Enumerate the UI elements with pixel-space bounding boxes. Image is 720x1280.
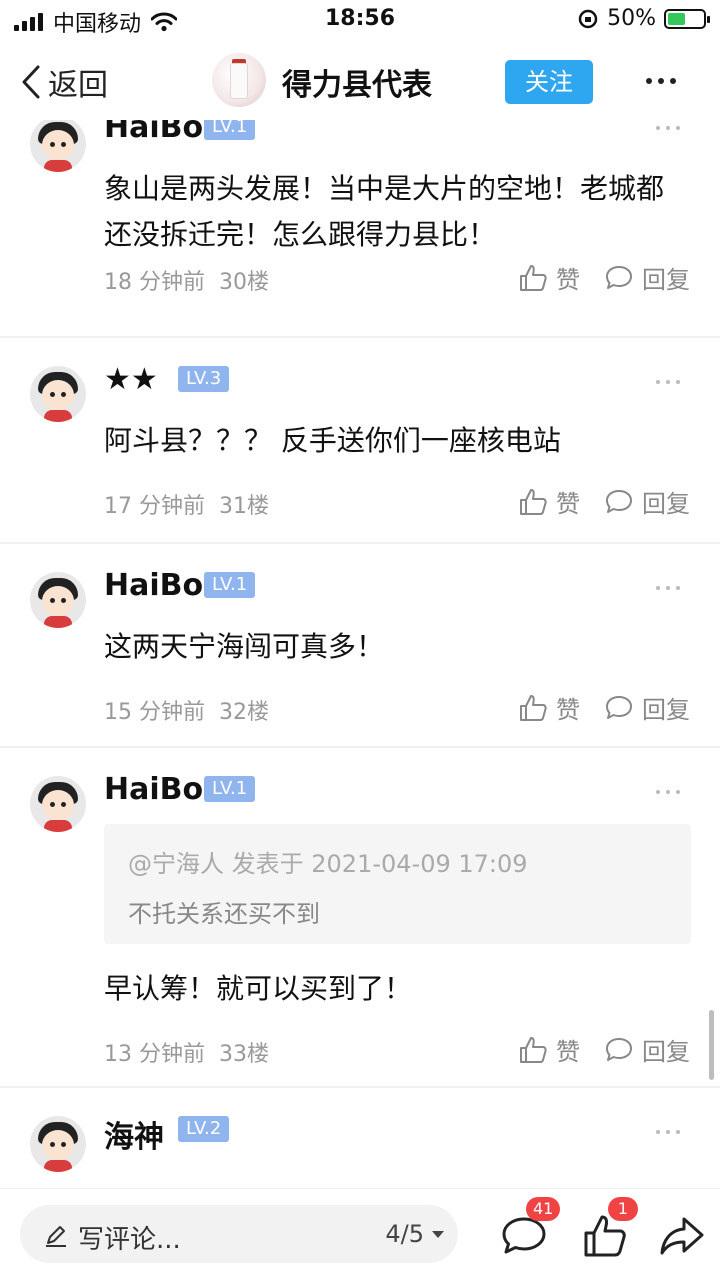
comment-bubble-icon: [502, 1217, 546, 1254]
comment-meta: 18 分钟前 30楼: [104, 270, 269, 295]
back-label: 返回: [48, 68, 108, 103]
like-post-button[interactable]: 1: [578, 1197, 638, 1263]
comment-more-icon[interactable]: [656, 126, 680, 130]
avatar[interactable]: [30, 120, 86, 172]
comment-more-icon[interactable]: [656, 380, 680, 384]
author-avatar[interactable]: [212, 53, 266, 107]
bottom-action-bar: 写评论... 4/5 41 1: [0, 1188, 720, 1280]
reply-button[interactable]: 回复: [604, 484, 690, 519]
level-badge: LV.2: [178, 1116, 230, 1142]
comment-bubble-icon: [606, 489, 632, 513]
follow-button[interactable]: 关注: [505, 60, 593, 104]
level-badge: LV.1: [204, 572, 256, 598]
comment-bubble-icon: [606, 695, 632, 719]
comment-item: HaiBo LV.1 @宁海人 发表于 2021-04-09 17:09 不托关…: [0, 748, 720, 1088]
thumbs-up-icon: [520, 1036, 547, 1063]
level-badge: LV.3: [178, 366, 230, 392]
comment-text: 阿斗县？？？ 反手送你们一座核电站: [104, 424, 561, 457]
comment-meta: 15 分钟前 32楼: [104, 700, 269, 725]
top-nav-bar: 返回 得力县代表 关注: [0, 40, 720, 120]
level-badge: LV.1: [204, 776, 256, 802]
username[interactable]: HaiBo: [104, 568, 203, 603]
level-badge: LV.1: [204, 120, 256, 140]
comment-actions: 赞 回复: [518, 690, 690, 725]
comment-bubble-icon: [606, 1037, 632, 1061]
avatar[interactable]: [30, 366, 86, 422]
comment-item: ★★ LV.3 阿斗县？？？ 反手送你们一座核电站 17 分钟前 31楼 赞 回…: [0, 338, 720, 544]
orientation-lock-icon: [578, 9, 598, 28]
comment-actions: 赞 回复: [518, 260, 690, 295]
comment-input[interactable]: 写评论... 4/5: [20, 1205, 458, 1263]
page-title: 得力县代表: [282, 68, 432, 103]
thumbs-up-icon: [520, 488, 547, 515]
quote-header: @宁海人 发表于 2021-04-09 17:09: [128, 850, 528, 878]
comment-actions: 赞 回复: [518, 1032, 690, 1067]
comment-item: HaiBo LV.1 象山是两头发展！当中是大片的空地！老城都还没拆迁完！怎么跟…: [0, 120, 720, 338]
avatar[interactable]: [30, 776, 86, 832]
comment-text: 这两天宁海闯可真多！: [104, 630, 385, 663]
like-button[interactable]: 赞: [518, 484, 580, 519]
comments-button[interactable]: 41: [496, 1197, 561, 1263]
comment-bubble-icon: [606, 265, 632, 289]
page-indicator[interactable]: 4/5: [385, 1220, 424, 1248]
share-arrow-icon: [660, 1217, 704, 1255]
username[interactable]: 海神: [104, 1112, 164, 1156]
comment-item: 海神 LV.2: [0, 1088, 720, 1188]
status-bar: 中国移动 18:56 50%: [0, 0, 720, 40]
like-button[interactable]: 赞: [518, 260, 580, 295]
share-button[interactable]: [656, 1203, 716, 1263]
scrollbar[interactable]: [709, 1010, 714, 1080]
like-button[interactable]: 赞: [518, 1032, 580, 1067]
thumbs-up-icon: [520, 264, 547, 291]
back-button[interactable]: 返回: [20, 60, 108, 104]
comment-actions: 赞 回复: [518, 484, 690, 519]
comment-more-icon[interactable]: [656, 586, 680, 590]
like-count-badge: 1: [608, 1197, 638, 1221]
chevron-left-icon: [22, 65, 40, 99]
quoted-comment[interactable]: @宁海人 发表于 2021-04-09 17:09 不托关系还买不到: [104, 824, 691, 944]
comment-meta: 13 分钟前 33楼: [104, 1042, 269, 1067]
battery-icon: [664, 8, 710, 29]
like-button[interactable]: 赞: [518, 690, 580, 725]
quote-text: 不托关系还买不到: [128, 900, 320, 928]
caret-down-icon[interactable]: [432, 1231, 444, 1238]
reply-button[interactable]: 回复: [604, 690, 690, 725]
comment-text: 早认筹！就可以买到了！: [104, 972, 413, 1005]
reply-button[interactable]: 回复: [604, 1032, 690, 1067]
more-options-icon[interactable]: [646, 78, 676, 84]
username[interactable]: ★★: [104, 362, 158, 397]
pen-icon: [46, 1226, 66, 1247]
avatar[interactable]: [30, 572, 86, 628]
comment-more-icon[interactable]: [656, 790, 680, 794]
comment-list: HaiBo LV.1 象山是两头发展！当中是大片的空地！老城都还没拆迁完！怎么跟…: [0, 120, 720, 1188]
battery-percent: 50%: [607, 6, 656, 31]
comment-text: 象山是两头发展！当中是大片的空地！老城都还没拆迁完！怎么跟得力县比！: [104, 172, 665, 251]
username[interactable]: HaiBo: [104, 120, 203, 145]
comment-count-badge: 41: [526, 1197, 561, 1221]
comment-meta: 17 分钟前 31楼: [104, 494, 269, 519]
reply-button[interactable]: 回复: [604, 260, 690, 295]
comment-item: HaiBo LV.1 这两天宁海闯可真多！ 15 分钟前 32楼 赞 回复: [0, 544, 720, 748]
comment-input-placeholder: 写评论...: [78, 1225, 181, 1255]
thumbs-up-icon: [520, 694, 547, 721]
username[interactable]: HaiBo: [104, 772, 203, 807]
avatar[interactable]: [30, 1116, 86, 1172]
comment-more-icon[interactable]: [656, 1130, 680, 1134]
